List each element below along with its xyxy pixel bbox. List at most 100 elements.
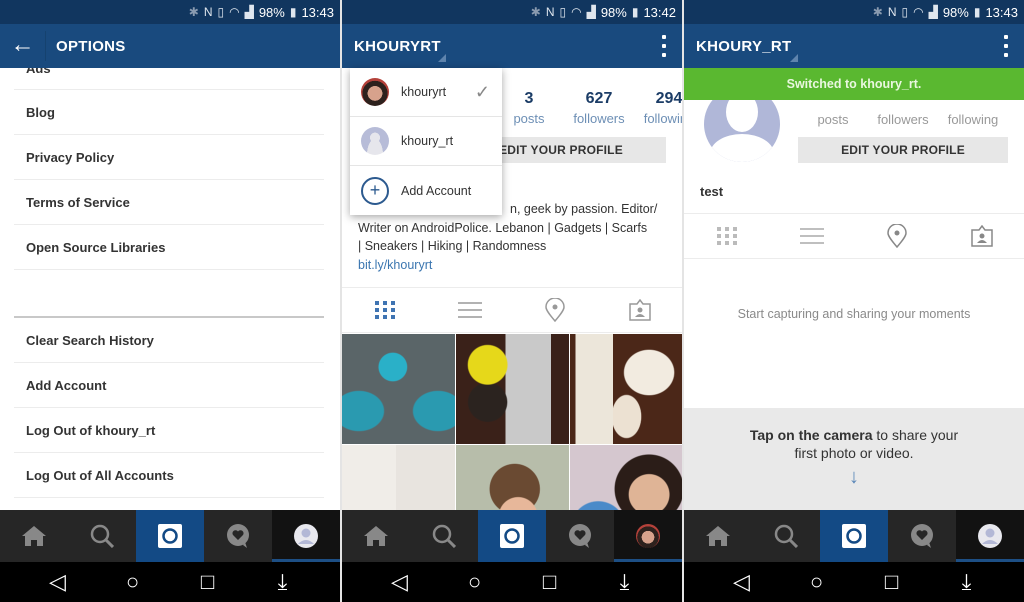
tab-map[interactable]	[512, 288, 597, 332]
status-bar: ✱ N ▯ ◠ ▟ 98% ▮ 13:43	[684, 0, 1024, 24]
nfc-icon: N	[203, 5, 213, 19]
battery-percent: 98%	[258, 4, 285, 20]
tab-tagged[interactable]	[597, 288, 682, 332]
app-bar: KHOURYRT	[342, 24, 682, 68]
nav-camera[interactable]	[136, 510, 204, 562]
activity-heart-icon	[569, 524, 591, 548]
home-circle-icon[interactable]: ○	[802, 569, 832, 595]
add-account-option[interactable]: + Add Account	[350, 166, 502, 215]
photo-thumbnail[interactable]	[456, 334, 569, 444]
down-arrow-icon: ↓	[849, 466, 859, 488]
nav-activity[interactable]	[888, 510, 956, 562]
photo-thumbnail[interactable]	[570, 334, 682, 444]
bottom-nav	[684, 510, 1024, 562]
system-nav: ◁ ○ □ ⤓	[342, 562, 682, 602]
nfc-icon: N	[887, 5, 897, 19]
nav-profile[interactable]	[956, 510, 1024, 562]
switched-profile-screen: ✱ N ▯ ◠ ▟ 98% ▮ 13:43 KHOURY_RT Switched…	[684, 0, 1024, 602]
photo-thumbnail[interactable]	[342, 334, 455, 444]
bluetooth-icon: ✱	[872, 5, 883, 19]
profile-stats: 3posts 627followers 294following	[494, 90, 682, 126]
notification-pull-icon[interactable]: ⤓	[952, 569, 982, 595]
notification-pull-icon[interactable]: ⤓	[610, 569, 640, 595]
account-option-khouryrt[interactable]: khouryrt ✓	[350, 68, 502, 117]
checkmark-icon: ✓	[474, 81, 490, 102]
recents-square-icon[interactable]: □	[193, 569, 223, 595]
nav-home[interactable]	[0, 510, 68, 562]
nav-home[interactable]	[684, 510, 752, 562]
tab-list[interactable]	[769, 214, 854, 258]
account-switched-toast: Switched to khoury_rt.	[684, 68, 1024, 100]
tab-grid[interactable]	[342, 288, 427, 332]
option-terms-of-service[interactable]: Terms of Service	[14, 180, 324, 225]
back-triangle-icon[interactable]: ◁	[43, 569, 73, 595]
account-switcher[interactable]: KHOURY_RT	[696, 38, 791, 55]
option-log-out-account[interactable]: Log Out of khoury_rt	[14, 408, 324, 453]
status-bar: ✱ N ▯ ◠ ▟ 98% ▮ 13:43	[0, 0, 340, 24]
tab-map[interactable]	[854, 214, 939, 258]
profile-view-tabs	[342, 287, 682, 333]
option-blog[interactable]: Blog	[14, 90, 324, 135]
stat-posts[interactable]: 3 posts	[494, 90, 564, 126]
notification-pull-icon[interactable]: ⤓	[268, 569, 298, 595]
stat-following[interactable]: 294following	[634, 90, 682, 126]
search-icon	[90, 524, 114, 548]
recents-square-icon[interactable]: □	[535, 569, 565, 595]
profile-avatar-icon	[294, 524, 318, 548]
tagged-photos-icon	[970, 225, 993, 247]
battery-icon: ▮	[631, 5, 639, 19]
nav-camera[interactable]	[820, 510, 888, 562]
battery-icon: ▮	[289, 5, 297, 19]
back-triangle-icon[interactable]: ◁	[727, 569, 757, 595]
tab-tagged[interactable]	[939, 214, 1024, 258]
option-ads[interactable]: Ads	[14, 68, 324, 90]
nav-search[interactable]	[410, 510, 478, 562]
account-option-khoury-rt[interactable]: khoury_rt	[350, 117, 502, 166]
stat-followers[interactable]: 627 followers	[564, 90, 634, 126]
clock: 13:43	[985, 4, 1018, 20]
back-triangle-icon[interactable]: ◁	[385, 569, 415, 595]
nav-activity[interactable]	[546, 510, 614, 562]
edit-profile-button[interactable]: EDIT YOUR PROFILE	[798, 137, 1008, 163]
back-arrow-icon[interactable]: ←	[0, 31, 46, 61]
option-clear-search-history[interactable]: Clear Search History	[14, 318, 324, 363]
home-icon	[364, 526, 388, 546]
home-circle-icon[interactable]: ○	[460, 569, 490, 595]
clock: 13:43	[301, 4, 334, 20]
nav-profile[interactable]	[272, 510, 340, 562]
option-add-account[interactable]: Add Account	[14, 363, 324, 408]
more-options-icon[interactable]	[1004, 35, 1008, 57]
tab-grid[interactable]	[684, 214, 769, 258]
profile-view-tabs	[684, 213, 1024, 259]
recents-square-icon[interactable]: □	[877, 569, 907, 595]
options-list: Ads Blog Privacy Policy Terms of Service…	[14, 68, 324, 498]
search-icon	[774, 524, 798, 548]
app-bar: ← OPTIONS	[0, 24, 340, 68]
nav-search[interactable]	[752, 510, 820, 562]
first-post-prompt: Tap on the camera to share your first ph…	[684, 408, 1024, 510]
nav-activity[interactable]	[204, 510, 272, 562]
nav-profile[interactable]	[614, 510, 682, 562]
vibrate-icon: ▯	[901, 5, 909, 19]
nav-search[interactable]	[68, 510, 136, 562]
signal-icon: ▟	[586, 5, 596, 19]
page-title: OPTIONS	[56, 37, 126, 55]
account-switcher[interactable]: KHOURYRT	[354, 38, 441, 55]
home-icon	[706, 526, 730, 546]
nav-camera[interactable]	[478, 510, 546, 562]
camera-icon	[842, 524, 866, 548]
app-bar: KHOURY_RT	[684, 24, 1024, 68]
grid-icon	[374, 301, 395, 319]
profile-avatar-icon	[636, 524, 660, 548]
option-privacy-policy[interactable]: Privacy Policy	[14, 135, 324, 180]
grid-icon	[716, 227, 737, 245]
nav-home[interactable]	[342, 510, 410, 562]
vibrate-icon: ▯	[217, 5, 225, 19]
more-options-icon[interactable]	[662, 35, 666, 57]
option-log-out-all[interactable]: Log Out of All Accounts	[14, 453, 324, 498]
tab-list[interactable]	[427, 288, 512, 332]
option-open-source-libraries[interactable]: Open Source Libraries	[14, 225, 324, 270]
home-circle-icon[interactable]: ○	[118, 569, 148, 595]
location-pin-icon	[886, 224, 907, 248]
bio-link[interactable]: bit.ly/khouryrt	[358, 256, 670, 275]
